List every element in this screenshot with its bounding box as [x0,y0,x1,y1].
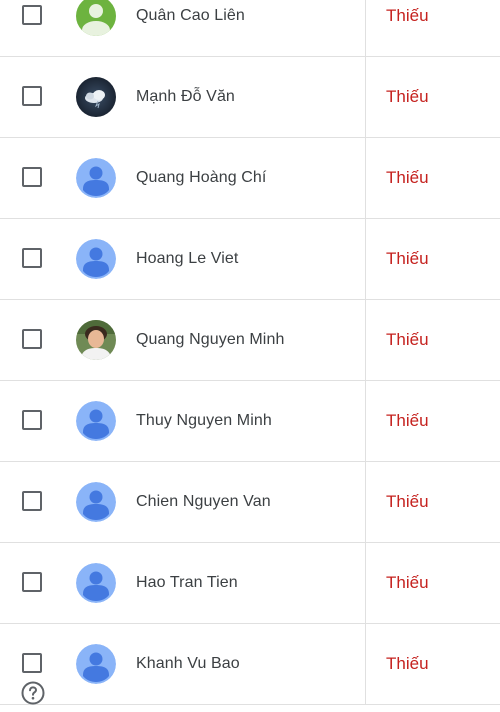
student-checkbox[interactable] [22,5,42,25]
student-checkbox[interactable] [22,572,42,592]
attendance-status[interactable]: Thiếu [386,411,429,431]
column-divider [365,219,366,300]
student-avatar [76,158,116,198]
student-avatar [76,0,116,36]
default-person-avatar [76,644,116,684]
student-checkbox[interactable] [22,329,42,349]
attendance-status[interactable]: Thiếu [386,87,429,107]
column-divider [365,624,366,705]
attendance-status[interactable]: Thiếu [386,492,429,512]
photo-person-avatar [76,320,116,360]
default-person-avatar [76,158,116,198]
student-checkbox[interactable] [22,410,42,430]
student-checkbox[interactable] [22,167,42,187]
student-name: Hao Tran Tien [136,574,238,591]
student-name: Thuy Nguyen Minh [136,412,272,429]
column-divider [365,462,366,543]
student-row: Hoang Le Viet Thiếu [0,219,500,300]
student-avatar [76,401,116,441]
column-divider [365,0,366,57]
student-name: Mạnh Đỗ Văn [136,88,235,105]
column-divider [365,300,366,381]
student-avatar [76,563,116,603]
student-row: Mạnh Đỗ Văn Thiếu [0,57,500,138]
column-divider [365,57,366,138]
column-divider [365,381,366,462]
student-row: Chien Nguyen Van Thiếu [0,462,500,543]
attendance-status[interactable]: Thiếu [386,168,429,188]
student-list: Quân Cao Liên Thiếu Mạnh Đỗ Văn Thiếu Qu… [0,0,500,705]
attendance-status[interactable]: Thiếu [386,573,429,593]
attendance-status[interactable]: Thiếu [386,330,429,350]
student-checkbox[interactable] [22,86,42,106]
default-person-avatar [76,563,116,603]
student-avatar [76,644,116,684]
default-person-avatar [76,401,116,441]
student-avatar [76,320,116,360]
student-row: Quang Nguyen Minh Thiếu [0,300,500,381]
student-row: Khanh Vu Bao Thiếu [0,624,500,705]
student-row: Thuy Nguyen Minh Thiếu [0,381,500,462]
student-row: Quân Cao Liên Thiếu [0,0,500,57]
attendance-status[interactable]: Thiếu [386,6,429,26]
column-divider [365,138,366,219]
student-name: Chien Nguyen Van [136,493,271,510]
attendance-status[interactable]: Thiếu [386,654,429,674]
student-name: Quang Nguyen Minh [136,331,285,348]
student-checkbox[interactable] [22,491,42,511]
student-checkbox[interactable] [22,653,42,673]
photo-green-avatar [76,0,116,36]
student-name: Quân Cao Liên [136,7,245,24]
student-avatar [76,77,116,117]
photo-cloud-avatar [76,77,116,117]
student-name: Hoang Le Viet [136,250,239,267]
default-person-avatar [76,482,116,522]
attendance-status[interactable]: Thiếu [386,249,429,269]
student-name: Khanh Vu Bao [136,655,240,672]
student-avatar [76,482,116,522]
help-circle-icon[interactable] [21,681,45,705]
student-checkbox[interactable] [22,248,42,268]
student-name: Quang Hoàng Chí [136,169,267,186]
student-row: Quang Hoàng Chí Thiếu [0,138,500,219]
default-person-avatar [76,239,116,279]
student-row: Hao Tran Tien Thiếu [0,543,500,624]
student-avatar [76,239,116,279]
column-divider [365,543,366,624]
